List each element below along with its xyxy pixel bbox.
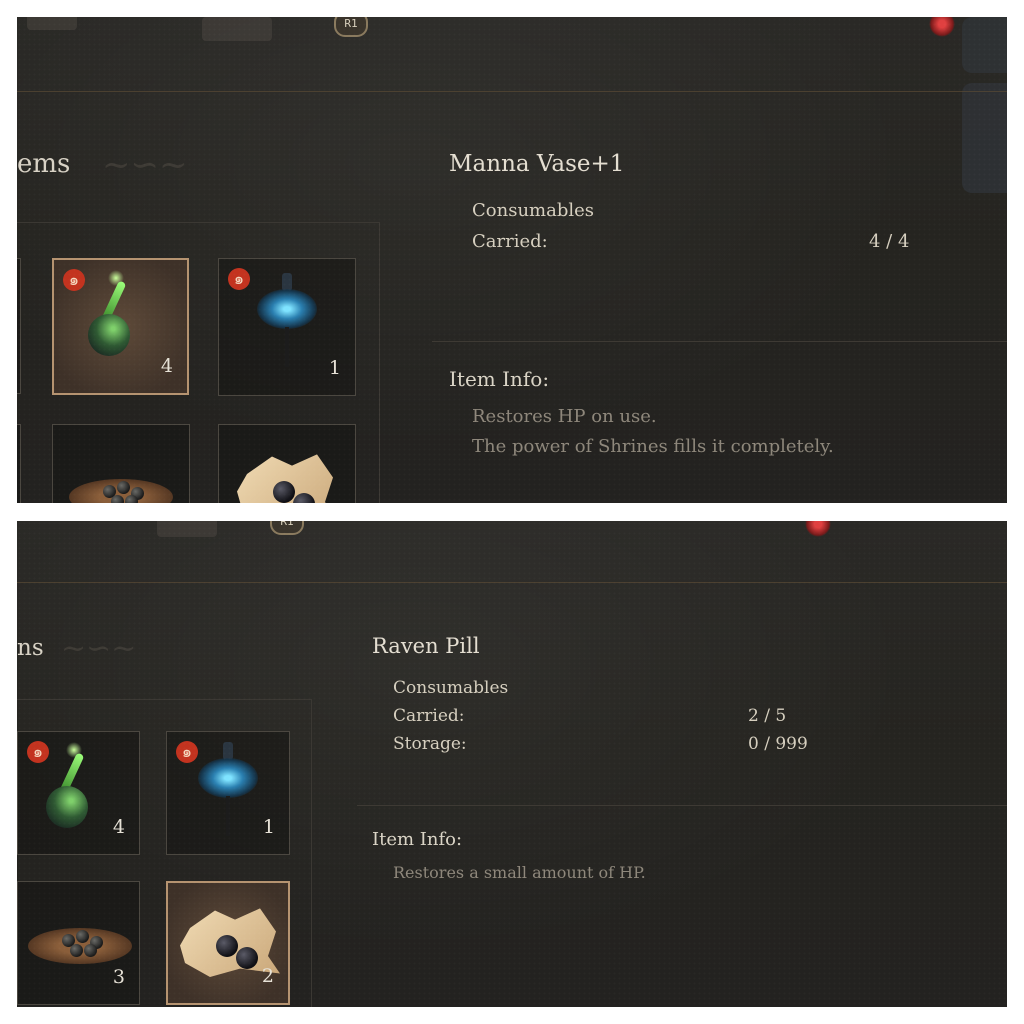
red-flower-icon xyxy=(805,521,831,537)
carried-label: Carried: xyxy=(393,706,465,726)
item-info-heading: Item Info: xyxy=(449,367,550,391)
item-count: 1 xyxy=(328,357,341,379)
top-inventory-panel: R1 ems ~∽~ ๑ 4 ๑ 1 Manna Vase+1 Consumab… xyxy=(17,17,1007,503)
spiral-mark-icon: ๑ xyxy=(63,269,85,291)
side-tab[interactable] xyxy=(962,17,1007,73)
item-slot-pills-bowl[interactable] xyxy=(52,424,190,503)
carried-label: Carried: xyxy=(472,231,548,252)
carried-value: 2 / 5 xyxy=(748,706,787,726)
section-title: ems xyxy=(17,149,71,179)
item-count: 4 xyxy=(112,816,125,838)
header-ornament xyxy=(202,17,272,41)
item-slot-lantern[interactable]: ๑ 1 xyxy=(218,258,356,396)
item-slot-raven-pill[interactable] xyxy=(218,424,356,503)
item-category: Consumables xyxy=(393,678,509,698)
item-category: Consumables xyxy=(472,200,595,221)
red-flower-icon xyxy=(929,17,955,37)
item-slot-pills-bowl[interactable]: 3 xyxy=(17,881,140,1005)
cloud-ornament-icon: ~∽~ xyxy=(61,631,137,666)
item-name: Raven Pill xyxy=(372,634,480,658)
carried-value: 4 / 4 xyxy=(869,231,910,252)
item-slot-raven-pill[interactable]: 2 xyxy=(166,881,290,1005)
side-tab[interactable] xyxy=(962,83,1007,193)
cloud-ornament-icon: ~∽~ xyxy=(102,145,188,185)
r1-button-icon[interactable]: R1 xyxy=(334,17,368,37)
section-title: ns xyxy=(17,635,44,661)
storage-value: 0 / 999 xyxy=(748,734,808,754)
spiral-mark-icon: ๑ xyxy=(27,741,49,763)
item-slot-manna-vase[interactable]: ๑ 4 xyxy=(17,731,140,855)
item-info-heading: Item Info: xyxy=(372,829,463,850)
item-description-line: The power of Shrines fills it completely… xyxy=(472,436,834,457)
item-description-line: Restores a small amount of HP. xyxy=(393,863,646,882)
info-divider xyxy=(432,341,1007,342)
item-slot-manna-vase[interactable]: ๑ 4 xyxy=(52,258,189,395)
storage-label: Storage: xyxy=(393,734,467,754)
header-ornament xyxy=(157,521,217,537)
item-name: Manna Vase+1 xyxy=(449,151,625,177)
header-ornament xyxy=(27,17,77,30)
info-divider xyxy=(357,805,1007,806)
item-slot-left-edge[interactable] xyxy=(17,424,21,503)
item-slot-left-edge[interactable] xyxy=(17,258,21,394)
spiral-mark-icon: ๑ xyxy=(228,268,250,290)
r1-button-icon[interactable]: R1 xyxy=(270,521,304,535)
item-count: 1 xyxy=(262,816,275,838)
item-slot-lantern[interactable]: ๑ 1 xyxy=(166,731,290,855)
item-count: 2 xyxy=(261,965,274,987)
header-divider xyxy=(17,582,1007,583)
item-description-line: Restores HP on use. xyxy=(472,406,657,427)
spiral-mark-icon: ๑ xyxy=(176,741,198,763)
item-count: 3 xyxy=(112,966,125,988)
item-count: 4 xyxy=(160,355,173,377)
header-divider xyxy=(17,91,1007,92)
bottom-inventory-panel: R1 ns ~∽~ ๑ 4 ๑ 1 3 2 Raven Pill Consuma… xyxy=(17,521,1007,1007)
